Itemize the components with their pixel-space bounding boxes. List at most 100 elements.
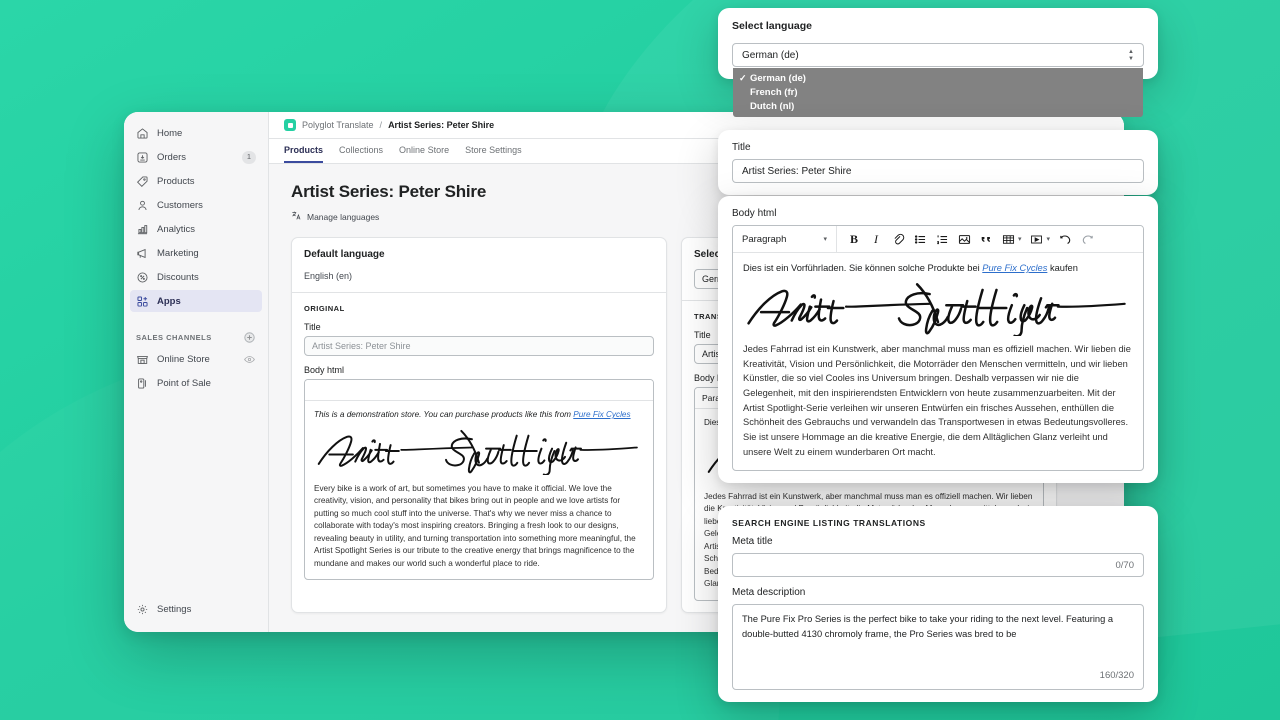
sidebar-item-marketing[interactable]: Marketing bbox=[130, 242, 262, 264]
title-field-label: Title bbox=[732, 142, 751, 153]
language-select[interactable]: German (de) ▲ ▼ ✓ German (de) French (fr)… bbox=[732, 43, 1144, 117]
numbered-list-icon[interactable] bbox=[933, 230, 951, 248]
language-option-german[interactable]: ✓ German (de) bbox=[733, 71, 1143, 85]
link-icon[interactable] bbox=[889, 230, 907, 248]
paragraph-style-value: Paragraph bbox=[742, 233, 787, 245]
analytics-bars-icon bbox=[136, 223, 149, 236]
body-html-overlay: Body html Paragraph ▾ B I ▾ ▾ Dies ist e… bbox=[718, 196, 1158, 484]
sidebar-item-apps[interactable]: Apps bbox=[130, 290, 262, 312]
sidebar-item-orders[interactable]: Orders 1 bbox=[130, 146, 262, 168]
language-option-label: Dutch (nl) bbox=[750, 100, 795, 112]
pure-fix-cycles-link[interactable]: Pure Fix Cycles bbox=[982, 263, 1047, 273]
meta-title-input[interactable]: 0/70 bbox=[732, 553, 1144, 577]
tab-store-settings[interactable]: Store Settings bbox=[465, 139, 522, 163]
default-language-heading: Default language bbox=[304, 249, 385, 260]
pure-fix-cycles-link[interactable]: Pure Fix Cycles bbox=[573, 410, 630, 419]
sidebar-item-label: Analytics bbox=[157, 223, 196, 235]
original-body-label: Body html bbox=[304, 365, 345, 375]
body-html-toolbar-buttons: B I ▾ ▾ bbox=[837, 230, 1104, 248]
orders-icon bbox=[136, 151, 149, 164]
discounts-percent-icon bbox=[136, 271, 149, 284]
sidebar-item-label: Point of Sale bbox=[157, 377, 211, 389]
breadcrumb-separator: / bbox=[379, 120, 383, 130]
body-html-intro: Dies ist ein Vorführladen. Sie können so… bbox=[743, 262, 1133, 276]
redo-icon[interactable] bbox=[1078, 230, 1096, 248]
original-body-paragraph: Every bike is a work of art, but sometim… bbox=[314, 483, 636, 568]
language-option-french[interactable]: French (fr) bbox=[733, 85, 1143, 99]
sidebar-item-label: Products bbox=[157, 175, 195, 187]
video-icon[interactable] bbox=[1028, 230, 1046, 248]
sidebar-item-label: Online Store bbox=[157, 353, 210, 365]
add-sales-channel-icon[interactable] bbox=[243, 331, 256, 344]
artist-spotlight-script-logo bbox=[314, 427, 644, 475]
body-html-content[interactable]: Dies ist ein Vorführladen. Sie können so… bbox=[733, 253, 1143, 470]
original-section-label: ORIGINAL bbox=[304, 304, 345, 313]
sidebar-item-customers[interactable]: Customers bbox=[130, 194, 262, 216]
default-language-header: Default language English (en) bbox=[292, 238, 666, 292]
sidebar-item-label: Discounts bbox=[157, 271, 199, 283]
meta-description-textarea[interactable]: The Pure Fix Pro Series is the perfect b… bbox=[732, 604, 1144, 690]
pos-icon bbox=[136, 377, 149, 390]
storefront-icon bbox=[136, 353, 149, 366]
breadcrumb-app-name[interactable]: Polyglot Translate bbox=[302, 120, 374, 130]
bold-icon[interactable]: B bbox=[845, 230, 863, 248]
language-select-value: German (de) bbox=[742, 49, 799, 61]
table-icon[interactable] bbox=[999, 230, 1017, 248]
sidebar-item-label: Customers bbox=[157, 199, 203, 211]
blockquote-icon[interactable] bbox=[977, 230, 995, 248]
products-tag-icon bbox=[136, 175, 149, 188]
body-html-intro-text: Dies ist ein Vorführladen. Sie können so… bbox=[743, 263, 983, 273]
bulleted-list-icon[interactable] bbox=[911, 230, 929, 248]
sidebar-item-home[interactable]: Home bbox=[130, 122, 262, 144]
original-editor-toolbar bbox=[305, 380, 653, 401]
language-dropdown-list: ✓ German (de) French (fr) Dutch (nl) bbox=[733, 68, 1143, 117]
sidebar-item-point-of-sale[interactable]: Point of Sale bbox=[130, 372, 262, 394]
sidebar-item-label: Settings bbox=[157, 603, 192, 615]
meta-title-label: Meta title bbox=[732, 536, 773, 547]
video-chevron-down-icon[interactable]: ▾ bbox=[1047, 235, 1051, 243]
meta-description-value: The Pure Fix Pro Series is the perfect b… bbox=[742, 614, 1114, 639]
original-section: ORIGINAL Title Artist Series: Peter Shir… bbox=[292, 292, 666, 591]
tab-collections[interactable]: Collections bbox=[339, 139, 383, 163]
sidebar-item-products[interactable]: Products bbox=[130, 170, 262, 192]
stepper-updown-icon: ▲ ▼ bbox=[1128, 48, 1134, 62]
sidebar-item-analytics[interactable]: Analytics bbox=[130, 218, 262, 240]
marketing-megaphone-icon bbox=[136, 247, 149, 260]
image-icon[interactable] bbox=[955, 230, 973, 248]
orders-count-badge: 1 bbox=[242, 150, 256, 164]
tab-online-store[interactable]: Online Store bbox=[399, 139, 449, 163]
body-html-intro-tail: kaufen bbox=[1047, 263, 1078, 273]
table-chevron-down-icon[interactable]: ▾ bbox=[1018, 235, 1022, 243]
artist-spotlight-script-logo bbox=[743, 280, 1133, 336]
translate-icon bbox=[291, 210, 302, 223]
meta-description-label: Meta description bbox=[732, 587, 806, 598]
body-html-toolbar: Paragraph ▾ B I ▾ ▾ bbox=[733, 226, 1143, 253]
select-language-overlay: Select language German (de) ▲ ▼ ✓ German … bbox=[718, 8, 1158, 117]
manage-languages-label: Manage languages bbox=[307, 211, 380, 222]
title-field-input[interactable]: Artist Series: Peter Shire bbox=[732, 159, 1144, 183]
seo-overlay: SEARCH ENGINE LISTING TRANSLATIONS Meta … bbox=[718, 506, 1158, 702]
sidebar: Home Orders 1 Products Customers Analyti… bbox=[124, 112, 269, 632]
title-field-value: Artist Series: Peter Shire bbox=[742, 165, 852, 177]
sidebar-item-settings[interactable]: Settings bbox=[130, 598, 262, 620]
sidebar-item-label: Apps bbox=[157, 295, 181, 307]
sidebar-item-label: Marketing bbox=[157, 247, 199, 259]
customers-icon bbox=[136, 199, 149, 212]
sidebar-item-online-store[interactable]: Online Store bbox=[130, 348, 262, 370]
sidebar-item-label: Orders bbox=[157, 151, 187, 163]
polyglot-app-logo-icon bbox=[284, 119, 296, 131]
language-option-dutch[interactable]: Dutch (nl) bbox=[733, 99, 1143, 113]
undo-icon[interactable] bbox=[1056, 230, 1074, 248]
tab-products[interactable]: Products bbox=[284, 139, 324, 163]
breadcrumb-current: Artist Series: Peter Shire bbox=[388, 120, 495, 130]
body-html-paragraph: Jedes Fahrrad ist ein Kunstwerk, aber ma… bbox=[743, 343, 1131, 457]
eye-icon[interactable] bbox=[243, 353, 256, 366]
italic-icon[interactable]: I bbox=[867, 230, 885, 248]
paragraph-style-select[interactable]: Paragraph ▾ bbox=[733, 226, 837, 252]
original-body-editor: This is a demonstration store. You can p… bbox=[304, 379, 654, 581]
sales-channels-label: SALES CHANNELS bbox=[136, 332, 212, 342]
meta-title-counter: 0/70 bbox=[1115, 559, 1135, 571]
sidebar-item-label: Home bbox=[157, 127, 183, 139]
sidebar-item-discounts[interactable]: Discounts bbox=[130, 266, 262, 288]
body-html-label: Body html bbox=[732, 208, 777, 219]
